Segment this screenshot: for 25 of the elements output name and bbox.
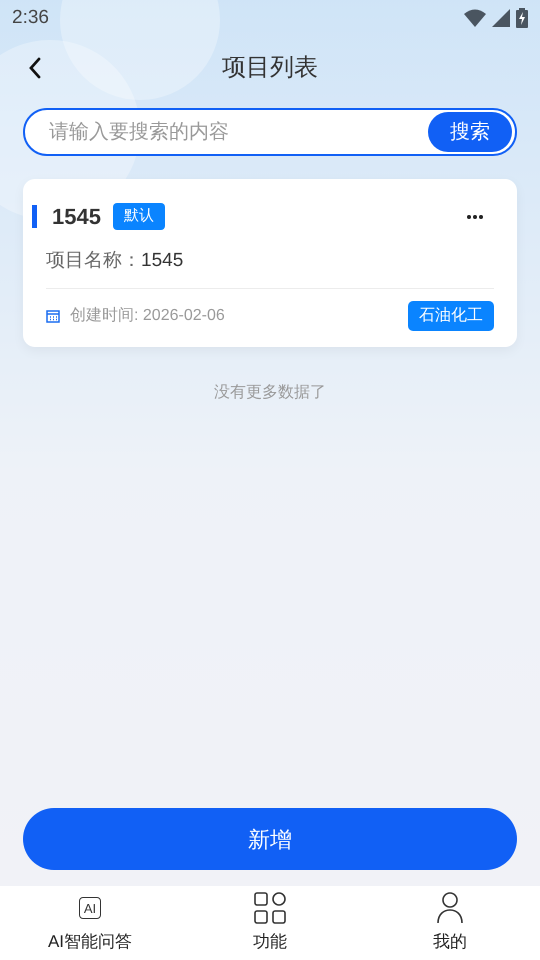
search-button[interactable]: 搜索 — [428, 112, 512, 152]
category-tag: 石油化工 — [408, 300, 494, 330]
more-button[interactable] — [466, 214, 484, 220]
page-title: 项目列表 — [222, 53, 318, 83]
tab-bar-item[interactable]: AI AI智能问答 — [20, 891, 160, 955]
ai-icon: AI — [79, 897, 101, 920]
project-card[interactable]: 1545 默认 项目名称：1545 创建时间: 2026-02-06 石油化工 — [23, 179, 517, 346]
accent-bar — [32, 205, 37, 228]
tab-bar-item[interactable]: 我的 — [380, 891, 520, 955]
add-button[interactable]: 新增 — [23, 808, 517, 870]
person-icon — [436, 892, 464, 924]
battery-icon — [516, 8, 528, 28]
tab-bar-item[interactable]: 功能 — [200, 891, 340, 955]
back-button[interactable] — [28, 56, 42, 80]
wifi-icon — [464, 9, 486, 27]
search-field[interactable]: 请输入要搜索的内容 搜索 — [23, 108, 517, 156]
default-tag: 默认 — [112, 203, 165, 230]
project-number: 1545 — [52, 203, 101, 231]
end-of-list-note: 没有更多数据了 — [213, 382, 327, 402]
created-date: 创建时间: 2026-02-06 — [70, 306, 225, 326]
status-time: 2:36 — [12, 6, 49, 30]
project-name: 项目名称：1545 — [46, 250, 184, 271]
signal-icon — [492, 9, 510, 27]
grid-icon — [254, 892, 286, 924]
calendar-icon — [46, 308, 60, 322]
